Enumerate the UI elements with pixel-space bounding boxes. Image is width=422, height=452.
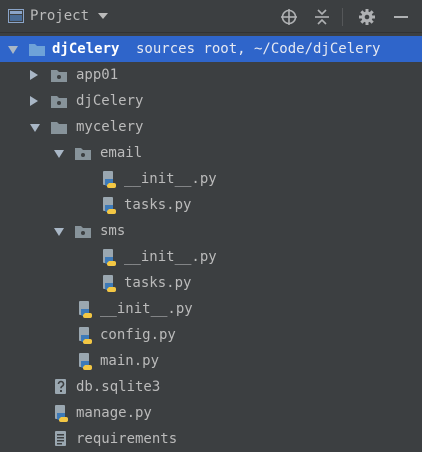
tree-node-label: config.py <box>100 327 176 343</box>
python-file-icon <box>100 248 118 266</box>
tree-node-hint: sources root, ~/Code/djCelery <box>136 41 381 57</box>
collapse-all-button[interactable] <box>311 6 333 28</box>
python-file-icon <box>100 274 118 292</box>
tree-node-file[interactable]: __init__.py <box>0 244 422 270</box>
tree-node-folder[interactable]: djCelery <box>0 88 422 114</box>
tree-node-label: tasks.py <box>124 197 192 213</box>
tree-node-label: main.py <box>100 353 160 369</box>
python-file-icon <box>76 300 94 318</box>
expand-arrow-icon[interactable] <box>8 46 18 54</box>
collapse-arrow-icon[interactable] <box>30 96 38 106</box>
chevron-down-icon <box>98 13 109 19</box>
package-folder-icon <box>74 222 92 240</box>
expand-arrow-icon[interactable] <box>54 228 64 236</box>
toolbar-separator <box>342 8 343 26</box>
tree-node-file[interactable]: main.py <box>0 348 422 374</box>
text-file-icon <box>52 430 70 448</box>
minimize-icon <box>394 16 408 18</box>
hide-button[interactable] <box>390 6 412 28</box>
crosshair-icon <box>281 9 297 25</box>
view-title: Project <box>30 8 90 24</box>
source-root-folder-icon <box>28 40 46 58</box>
tree-node-label: __init__.py <box>124 249 217 265</box>
python-file-icon <box>100 170 118 188</box>
view-selector[interactable]: Project <box>8 6 109 26</box>
tree-node-label: tasks.py <box>124 275 192 291</box>
tree-node-label: db.sqlite3 <box>76 379 161 395</box>
python-file-icon <box>100 196 118 214</box>
tree-node-label: djCelery <box>52 41 120 57</box>
package-folder-icon <box>74 144 92 162</box>
expand-arrow-icon[interactable] <box>30 124 40 132</box>
tree-node-label: email <box>100 145 143 161</box>
tree-node-folder[interactable]: email <box>0 140 422 166</box>
folder-icon <box>50 118 68 136</box>
tree-node-label: sms <box>100 223 126 239</box>
project-tool-window-header: Project <box>0 0 422 33</box>
tree-node-file[interactable]: db.sqlite3 <box>0 374 422 400</box>
tree-node-file[interactable]: manage.py <box>0 400 422 426</box>
expand-arrow-icon[interactable] <box>54 150 64 158</box>
collapse-all-icon <box>315 9 329 25</box>
python-file-icon <box>76 326 94 344</box>
tree-node-folder[interactable]: sms <box>0 218 422 244</box>
tree-node-label: __init__.py <box>100 301 193 317</box>
package-folder-icon <box>50 92 68 110</box>
tree-node-file[interactable]: config.py <box>0 322 422 348</box>
locate-button[interactable] <box>278 6 300 28</box>
unknown-file-icon <box>52 378 70 396</box>
collapse-arrow-icon[interactable] <box>30 70 38 80</box>
settings-button[interactable] <box>356 6 378 28</box>
tree-node-file[interactable]: tasks.py <box>0 192 422 218</box>
tree-node-file[interactable]: tasks.py <box>0 270 422 296</box>
tree-node-folder[interactable]: app01 <box>0 62 422 88</box>
tree-node-file[interactable]: __init__.py <box>0 166 422 192</box>
project-panel-icon <box>8 9 24 23</box>
tree-node-folder[interactable]: mycelery <box>0 114 422 140</box>
python-file-icon <box>76 352 94 370</box>
tree-node-label: requirements <box>76 431 178 447</box>
tree-node-file[interactable]: requirements <box>0 426 422 452</box>
tree-node-label: djCelery <box>76 93 144 109</box>
python-file-icon <box>52 404 70 422</box>
tree-node-file[interactable]: __init__.py <box>0 296 422 322</box>
tree-node-root[interactable]: djCelery sources root, ~/Code/djCelery <box>0 36 422 62</box>
tree-node-label: manage.py <box>76 405 152 421</box>
tree-node-label: mycelery <box>76 119 144 135</box>
tree-node-label: __init__.py <box>124 171 217 187</box>
package-folder-icon <box>50 66 68 84</box>
gear-icon <box>359 9 375 25</box>
tree-node-label: app01 <box>76 67 119 83</box>
